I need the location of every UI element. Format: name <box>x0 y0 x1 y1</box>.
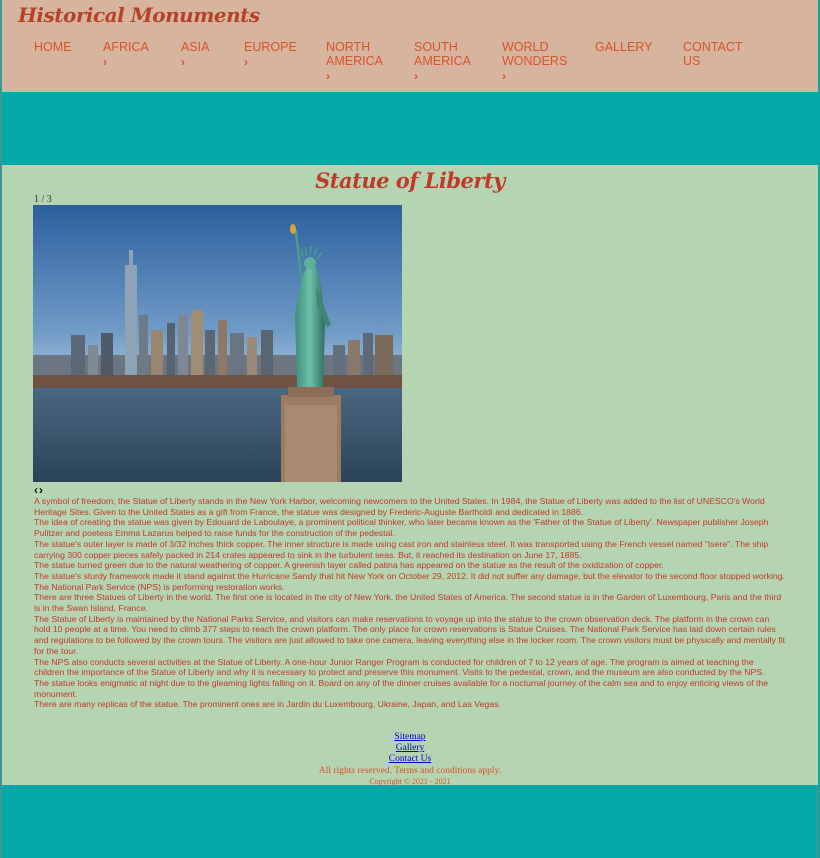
footer-link-sitemap[interactable]: Sitemap <box>2 732 818 743</box>
rights-notice: All rights reserved. Terms and condition… <box>318 766 502 777</box>
site-header: Historical Monuments HOME AFRICA › ASIA … <box>2 0 818 92</box>
hero-band <box>2 92 818 165</box>
nav-home-label: HOME <box>34 40 72 54</box>
page-title: Statue of Liberty <box>315 168 505 193</box>
paragraph: The statue turned green due to the natur… <box>34 560 664 571</box>
chevron-right-icon: › <box>326 69 330 83</box>
paragraph: The statue's outer layer is made of 3/32… <box>34 538 769 560</box>
site-logo[interactable]: Historical Monuments <box>18 3 260 27</box>
article-body: A symbol of freedom, the Statue of Liber… <box>34 496 786 710</box>
nav-gallery-label: GALLERY <box>595 40 653 54</box>
footer: Sitemap Gallery Contact Us All rights re… <box>2 732 818 787</box>
slideshow-controls: ‹› <box>34 483 44 497</box>
nav-asia-label: ASIA <box>181 40 210 54</box>
nav-gallery[interactable]: GALLERY <box>595 40 652 54</box>
nav-asia[interactable]: ASIA › <box>181 40 231 69</box>
nav-africa-label: AFRICA <box>103 40 149 54</box>
paragraph: The NPS also conducts several activities… <box>34 656 765 678</box>
nav-north-america[interactable]: NORTH AMERICA › <box>326 40 390 83</box>
footer-link-contact-us[interactable]: Contact Us <box>2 754 818 765</box>
paragraph: The statue's sturdy framework made it st… <box>34 570 785 592</box>
chevron-right-icon: › <box>502 69 506 83</box>
paragraph: The Statue of Liberty is maintained by t… <box>34 613 786 656</box>
nav-europe-label: EUROPE <box>244 40 297 54</box>
nav-south-america-label: SOUTH AMERICA <box>414 40 471 68</box>
nav-south-america[interactable]: SOUTH AMERICA › <box>414 40 478 83</box>
nav-europe[interactable]: EUROPE › <box>244 40 304 69</box>
nav-home[interactable]: HOME <box>34 40 72 54</box>
nav-contact-us[interactable]: CONTACT US <box>683 40 745 68</box>
paragraph: The statue looks enigmatic at night due … <box>34 677 769 699</box>
prev-slide-button[interactable]: ‹ <box>34 483 38 497</box>
nav-contact-us-label: CONTACT US <box>683 40 743 68</box>
nav-world-wonders-label: WORLD WONDERS <box>502 40 568 68</box>
main-content: Statue of Liberty 1 / 3 ‹› A symbol of f… <box>2 165 818 787</box>
paragraph: There are three Statues of Liberty in th… <box>34 592 782 614</box>
copyright-notice: Copyright © 2021 - 2021 <box>369 777 451 787</box>
next-slide-button[interactable]: › <box>39 483 43 497</box>
chevron-right-icon: › <box>244 55 248 69</box>
paragraph: The idea of creating the statue was give… <box>34 517 769 539</box>
nav-africa[interactable]: AFRICA › <box>103 40 163 69</box>
slide-counter: 1 / 3 <box>34 194 52 205</box>
slideshow-image <box>33 205 402 482</box>
paragraph: A symbol of freedom, the Statue of Liber… <box>34 496 765 517</box>
nav-north-america-label: NORTH AMERICA <box>326 40 383 68</box>
chevron-right-icon: › <box>414 69 418 83</box>
chevron-right-icon: › <box>103 55 107 69</box>
statue-of-liberty-photo <box>33 205 402 482</box>
nav-world-wonders[interactable]: WORLD WONDERS › <box>502 40 568 83</box>
footer-link-gallery[interactable]: Gallery <box>2 743 818 754</box>
chevron-right-icon: › <box>181 55 185 69</box>
paragraph: There are many replicas of the statue. T… <box>34 699 501 710</box>
